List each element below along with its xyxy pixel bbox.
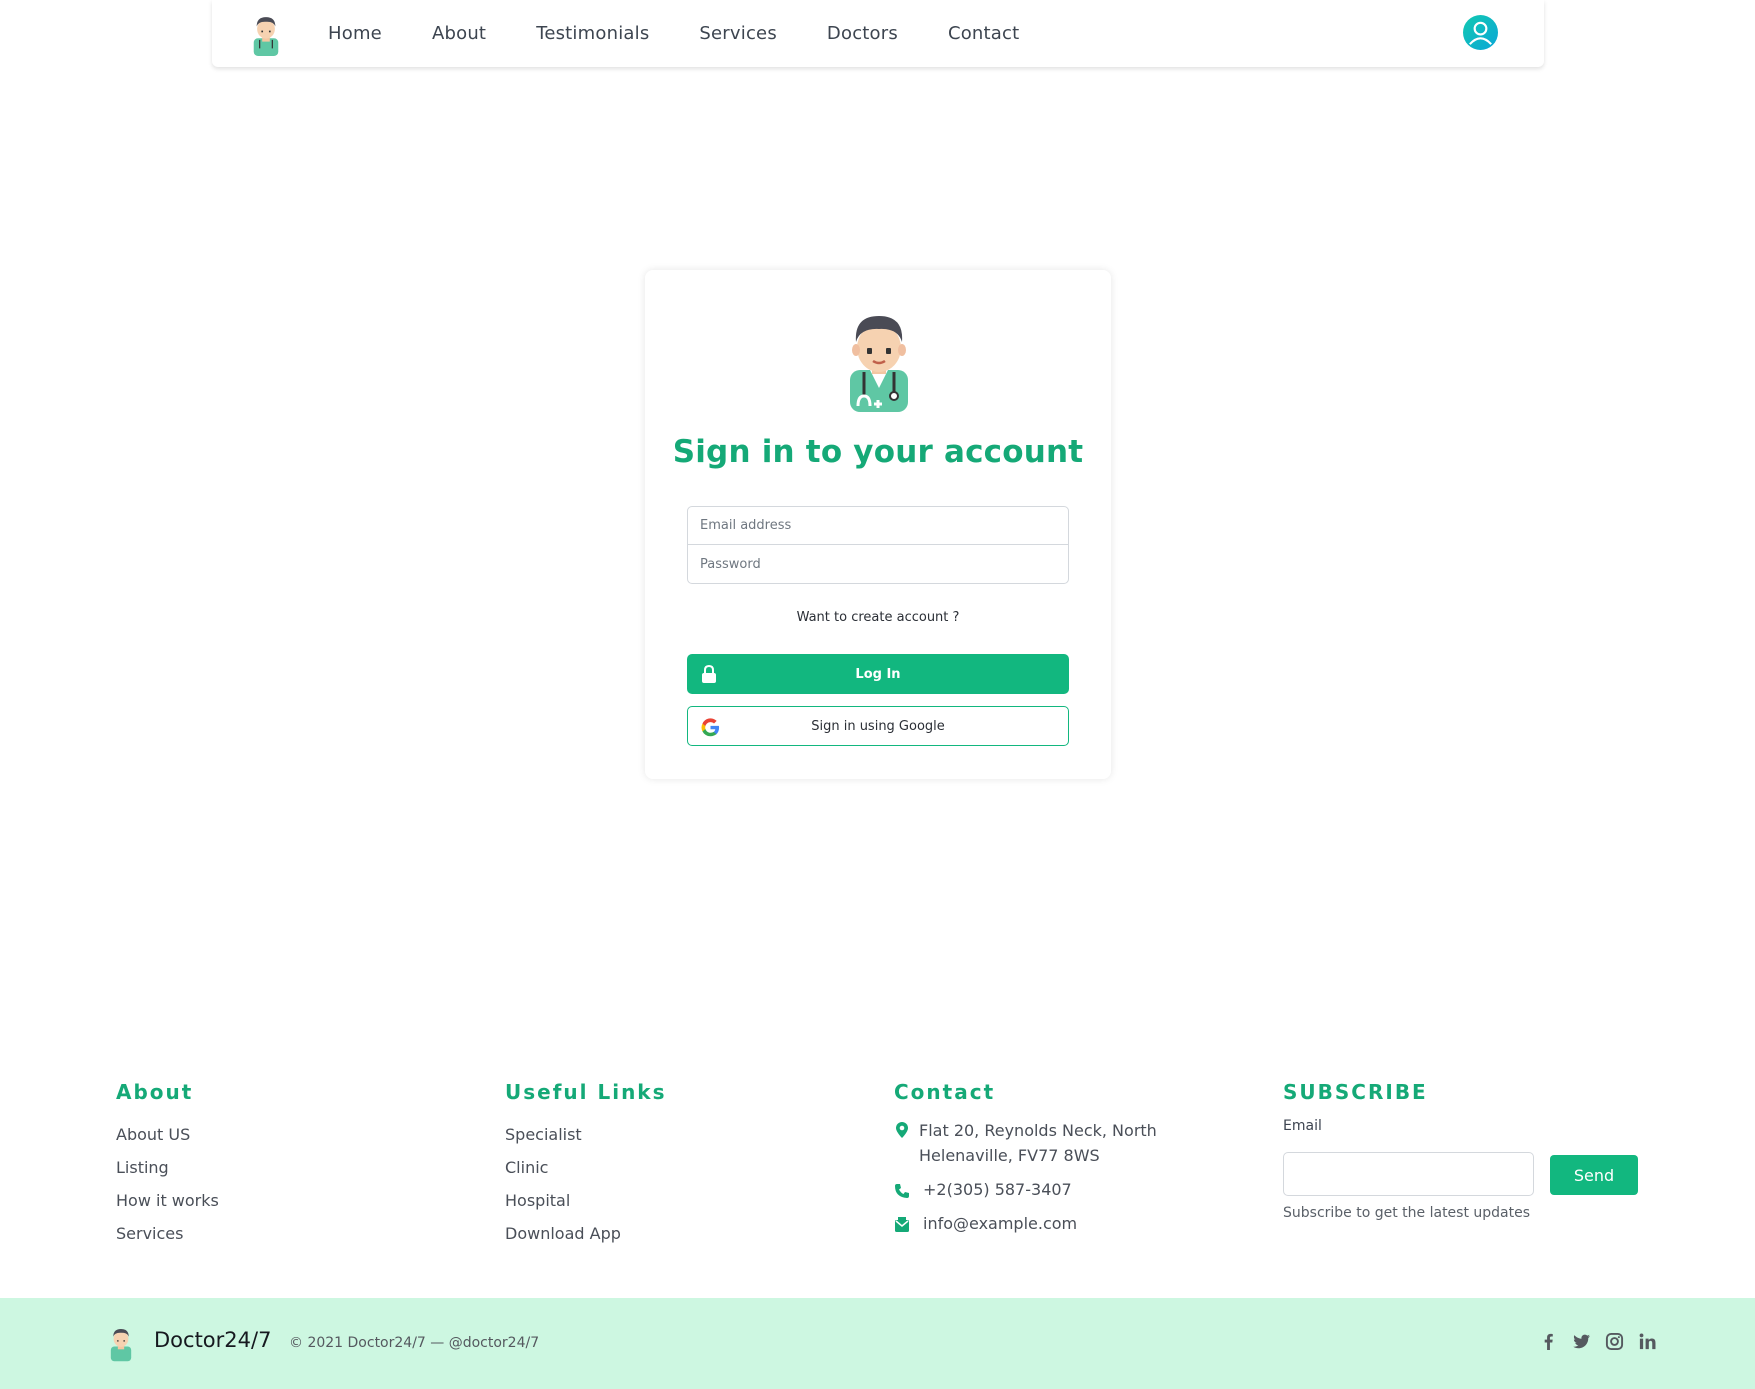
top-navbar: Home About Testimonials Services Doctors…: [212, 0, 1544, 67]
google-icon: [701, 718, 720, 737]
google-button-label: Sign in using Google: [811, 718, 945, 734]
login-title: Sign in to your account: [672, 434, 1084, 470]
footer-link[interactable]: How it works: [116, 1184, 219, 1217]
send-button[interactable]: Send: [1550, 1155, 1638, 1195]
footer-columns: About About US Listing How it works Serv…: [116, 1080, 1646, 1250]
doctor-logo-icon[interactable]: [250, 12, 282, 56]
footer-link[interactable]: Services: [116, 1217, 219, 1250]
phone-text: +2(305) 587-3407: [923, 1180, 1072, 1199]
footer-link[interactable]: About US: [116, 1118, 219, 1151]
email-text: info@example.com: [923, 1214, 1078, 1233]
footer-subscribe: SUBSCRIBE Email Send Subscribe to get th…: [1283, 1080, 1643, 1240]
doctor-avatar-icon: [850, 316, 908, 412]
copyright-text: © 2021 Doctor24/7 — @doctor24/7: [289, 1335, 540, 1351]
nav-about[interactable]: About: [432, 23, 486, 44]
lock-icon: [702, 665, 716, 683]
footer-link[interactable]: Hospital: [505, 1184, 667, 1217]
email-line: info@example.com: [894, 1214, 1254, 1233]
login-card: Sign in to your account Want to create a…: [645, 270, 1111, 779]
subscribe-email-input[interactable]: [1283, 1152, 1534, 1196]
footer-link[interactable]: Listing: [116, 1151, 219, 1184]
doctor-logo-icon: [110, 1328, 132, 1362]
twitter-icon[interactable]: [1572, 1332, 1591, 1351]
nav-services[interactable]: Services: [699, 23, 777, 44]
login-button-label: Log In: [855, 666, 901, 682]
google-signin-button[interactable]: Sign in using Google: [687, 706, 1069, 746]
create-account-link[interactable]: Want to create account ?: [645, 610, 1111, 625]
footer-useful-title: Useful Links: [505, 1080, 667, 1104]
footer-about: About About US Listing How it works Serv…: [116, 1080, 219, 1250]
nav-doctors[interactable]: Doctors: [827, 23, 898, 44]
map-pin-icon: [896, 1122, 908, 1138]
facebook-icon[interactable]: [1539, 1332, 1558, 1351]
footer-useful-links: Useful Links Specialist Clinic Hospital …: [505, 1080, 667, 1250]
footer-bottom-bar: Doctor24/7 © 2021 Doctor24/7 — @doctor24…: [0, 1298, 1755, 1389]
nav-testimonials[interactable]: Testimonials: [536, 23, 649, 44]
credentials-group: [687, 506, 1069, 584]
linkedin-icon[interactable]: [1638, 1332, 1657, 1351]
subscribe-note: Subscribe to get the latest updates: [1283, 1205, 1531, 1221]
nav-home[interactable]: Home: [328, 23, 382, 44]
footer-contact: Contact Flat 20, Reynolds Neck, North He…: [894, 1080, 1254, 1233]
nav-contact[interactable]: Contact: [948, 23, 1019, 44]
footer-link[interactable]: Specialist: [505, 1118, 667, 1151]
footer-contact-title: Contact: [894, 1080, 996, 1104]
login-button[interactable]: Log In: [687, 654, 1069, 694]
phone-icon: [895, 1184, 909, 1198]
footer-link[interactable]: Download App: [505, 1217, 667, 1250]
footer-link[interactable]: Clinic: [505, 1151, 667, 1184]
brand-name: Doctor24/7: [154, 1328, 272, 1352]
footer-about-title: About: [116, 1080, 194, 1104]
instagram-icon[interactable]: [1605, 1332, 1624, 1351]
email-field[interactable]: [687, 506, 1069, 545]
social-links: [1539, 1332, 1657, 1351]
password-field[interactable]: [687, 545, 1069, 584]
envelope-icon: [895, 1217, 909, 1232]
user-circle-icon[interactable]: [1463, 15, 1498, 50]
address-line: Flat 20, Reynolds Neck, North Helenavill…: [894, 1118, 1254, 1168]
phone-line: +2(305) 587-3407: [894, 1180, 1254, 1199]
footer-subscribe-title: SUBSCRIBE: [1283, 1080, 1428, 1104]
address-text: Flat 20, Reynolds Neck, North Helenavill…: [919, 1121, 1157, 1165]
subscribe-email-label: Email: [1283, 1118, 1322, 1134]
